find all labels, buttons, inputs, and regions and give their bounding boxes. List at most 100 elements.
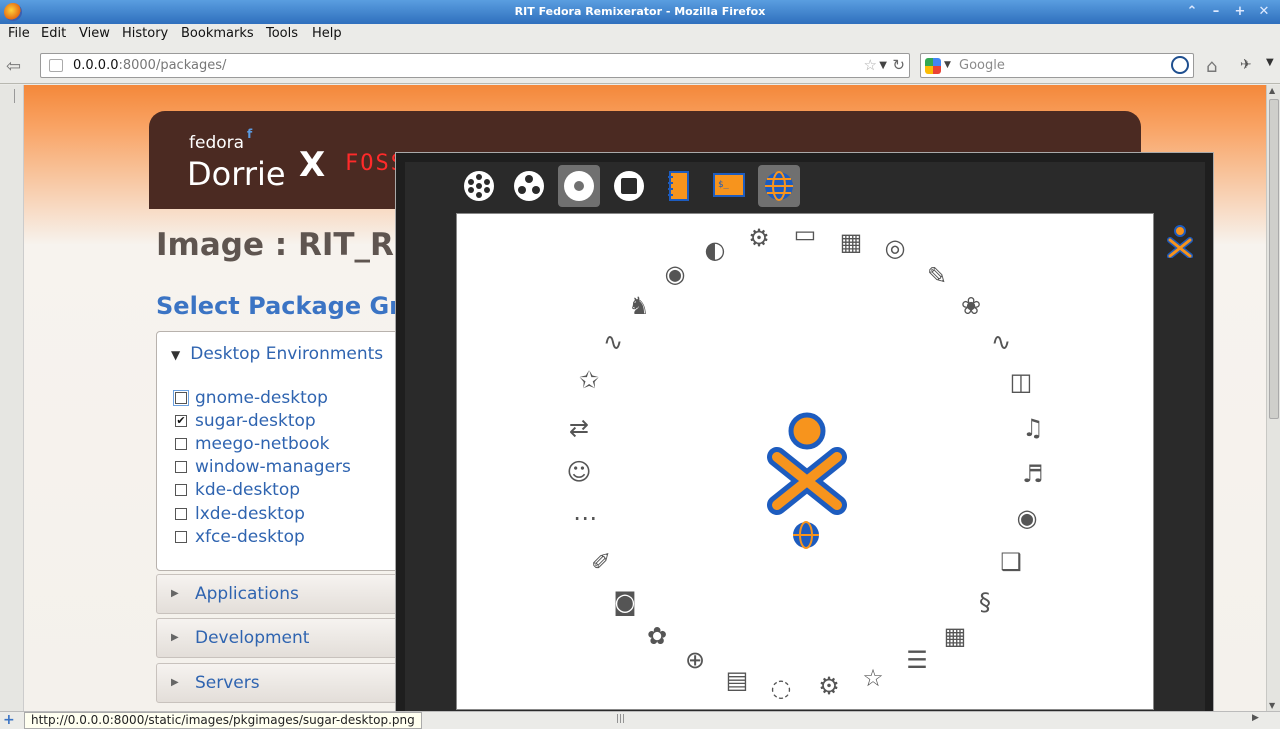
list-item[interactable]: kde-desktop [175,480,300,500]
browse-icon [758,165,800,207]
checkbox[interactable] [175,438,187,450]
package-name[interactable]: kde-desktop [195,480,300,500]
status-link-url: http://0.0.0.0:8000/static/images/pkgima… [24,712,422,729]
page-title: Image : RIT_R [156,227,394,263]
window-titlebar: RIT Fedora Remixerator - Mozilla Firefox… [0,0,1280,24]
music-icon: ♬ [1022,460,1044,488]
measure-icon: ∿ [990,328,1012,356]
checkbox[interactable]: ✔ [175,415,187,427]
url-bar[interactable]: 0.0.0.0:8000/packages/ ☆ ▼ ↻ [40,53,910,78]
image-preview-popup: $_ ◐ ⚙ ▭ ▦ ◎ ◉ ✎ ♞ ❀ ∿ ∿ ✩ ◫ ⇄ ♫ ☺ ♬ ⋯ ◉ [395,152,1214,712]
sugar-home-ring: ◐ ⚙ ▭ ▦ ◎ ◉ ✎ ♞ ❀ ∿ ∿ ✩ ◫ ⇄ ♫ ☺ ♬ ⋯ ◉ ✐ … [456,213,1154,710]
extension-icon[interactable]: ✈ [1240,57,1252,73]
package-name[interactable]: window-managers [195,457,351,477]
current-activity-globe-icon [793,521,819,549]
checkbox[interactable] [175,508,187,520]
list-item[interactable]: xfce-desktop [175,527,305,547]
back-icon[interactable]: ⇦ [6,56,21,77]
menu-bar: File Edit View History Bookmarks Tools H… [0,24,1280,46]
xo-frame-icon [1167,225,1193,258]
search-placeholder[interactable]: Google [959,54,1005,77]
list-item[interactable]: lxde-desktop [175,504,305,524]
list-item[interactable]: gnome-desktop [173,388,328,408]
moon-icon: ◐ [704,236,726,264]
sugar-screenshot: $_ ◐ ⚙ ▭ ▦ ◎ ◉ ✎ ♞ ❀ ∿ ∿ ✩ ◫ ⇄ ♫ ☺ ♬ ⋯ ◉ [405,162,1205,712]
grid-icon: ▦ [943,622,967,650]
list-item[interactable]: meego-netbook [175,434,329,454]
stars-icon: ✩ [578,366,600,394]
eye-icon: ◉ [1016,504,1038,532]
menu-history[interactable]: History [122,26,168,41]
horizontal-scroll-grip[interactable]: ||| [616,714,625,724]
blocks-icon: ▦ [839,228,863,256]
accordion-label: Applications [195,584,299,604]
menu-file[interactable]: File [8,26,30,41]
firefox-logo-icon [4,3,22,21]
minimize-button[interactable]: – [1206,3,1226,21]
turtle-art-icon: ♞ [628,292,650,320]
search-bar[interactable]: ▼ Google [920,53,1194,78]
swap-icon: ⇄ [568,414,590,442]
calculator-icon: ▤ [725,666,749,694]
neighborhood-icon [458,165,500,207]
url-text[interactable]: 0.0.0.0:8000/packages/ [73,54,226,77]
drum-icon: ◫ [1009,368,1033,396]
checkbox[interactable] [175,484,187,496]
list-item[interactable]: window-managers [175,457,351,477]
chat-icon: ◌ [770,674,792,702]
engine-dropdown-icon[interactable]: ▼ [944,54,951,77]
roll-up-button[interactable]: ⌃ [1182,3,1202,21]
checkbox[interactable] [175,531,187,543]
gear-icon: ⚙ [748,224,770,252]
package-name[interactable]: meego-netbook [195,434,329,454]
frog-icon: ❀ [960,292,982,320]
package-name[interactable]: xfce-desktop [195,527,305,547]
site-identity-icon[interactable] [49,59,63,72]
url-dropdown-icon[interactable]: ▼ [879,54,887,77]
reload-icon[interactable]: ↻ [892,54,905,77]
gears-icon: ⚙ [818,672,840,700]
triangle-right-icon: ▶ [171,677,179,688]
menu-tools[interactable]: Tools [266,26,298,41]
sugar-toolbar: $_ [405,162,1205,212]
package-name[interactable]: sugar-desktop [195,411,316,431]
bookmark-star-icon[interactable]: ☆ [864,54,877,77]
add-icon[interactable]: + [3,712,15,728]
menu-edit[interactable]: Edit [41,26,66,41]
scroll-right-icon[interactable]: ▶ [1252,713,1259,723]
accordion-label: Servers [195,673,260,693]
menu-bookmarks[interactable]: Bookmarks [181,26,254,41]
snake-icon: § [979,588,991,616]
scroll-up-icon[interactable]: ▲ [1269,86,1275,95]
group-header[interactable]: ▼ Desktop Environments [171,344,383,364]
chat-bubbles-icon: ⋯ [573,504,597,532]
menu-help[interactable]: Help [312,26,342,41]
scroll-down-icon[interactable]: ▼ [1269,701,1275,710]
paint-icon: ✐ [590,548,612,576]
menu-view[interactable]: View [79,26,110,41]
search-icon[interactable] [1171,56,1189,74]
scrollbar-thumb[interactable] [1269,99,1279,419]
maximize-button[interactable]: + [1230,3,1250,21]
home-icon[interactable]: ⌂ [1206,56,1217,77]
list-icon: ☰ [906,646,928,674]
checkbox[interactable] [175,461,187,473]
close-button[interactable]: ✕ [1254,3,1274,21]
xo-buddy-icon [767,412,847,515]
dorrie-logo-text: Dorrie [187,155,286,193]
accordion-applications[interactable]: ▶ Applications [156,574,406,614]
section-title: Select Package Gr [156,292,401,320]
checkbox[interactable] [173,390,189,406]
sidebar-gutter [0,85,24,711]
chevron-down-icon[interactable]: ▼ [1266,57,1274,68]
vertical-scrollbar[interactable]: ▲ ▼ [1266,85,1280,711]
package-name[interactable]: gnome-desktop [195,388,328,408]
globe-icon: ⊕ [684,646,706,674]
rss-icon: ◙ [613,588,637,616]
list-item[interactable]: ✔ sugar-desktop [175,411,316,431]
accordion-servers[interactable]: ▶ Servers [156,663,406,703]
x-mark: X [299,145,326,185]
google-engine-icon[interactable] [925,58,941,74]
accordion-development[interactable]: ▶ Development [156,618,406,658]
package-name[interactable]: lxde-desktop [195,504,305,524]
